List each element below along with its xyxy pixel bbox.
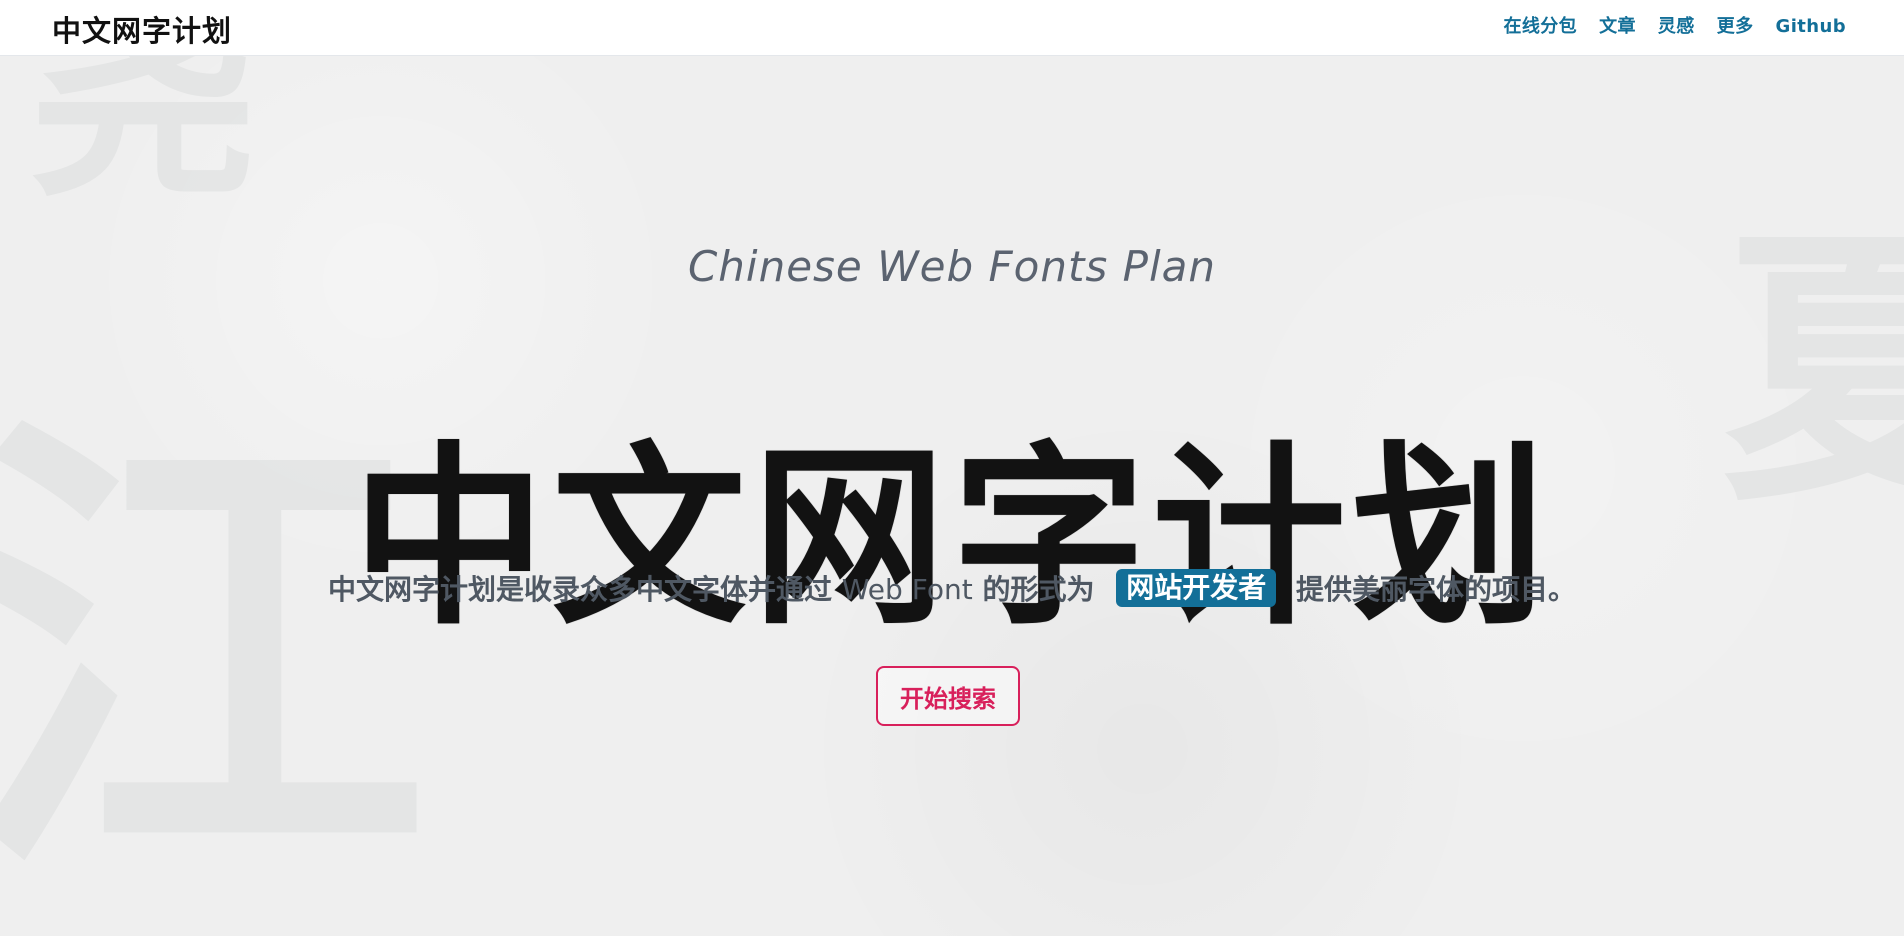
nav-articles[interactable]: 文章: [1599, 13, 1636, 41]
developer-highlight-badge: 网站开发者: [1116, 569, 1277, 607]
nav-inspiration[interactable]: 灵感: [1658, 13, 1695, 41]
nav-online-packaging[interactable]: 在线分包: [1503, 13, 1577, 41]
web-font-term: Web Font: [841, 573, 973, 606]
site-logo[interactable]: 中文网字计划: [52, 8, 232, 50]
description-text-purpose: 的形式为: [982, 573, 1095, 606]
description-text-intro: 中文网字计划是收录众多中文字体并通过: [328, 573, 833, 606]
top-navigation-bar: 中文网字计划 在线分包 文章 灵感 更多 Github: [0, 0, 1904, 56]
hero-description: 中文网字计划是收录众多中文字体并通过 Web Font 的形式为 网站开发者 提…: [0, 568, 1904, 612]
nav-more[interactable]: 更多: [1717, 13, 1754, 41]
start-search-button[interactable]: 开始搜索: [876, 666, 1020, 726]
home-page: 中文网字计划 在线分包 文章 灵感 更多 Github 尧 江 夏 Chines…: [0, 0, 1904, 936]
nav-github[interactable]: Github: [1776, 13, 1846, 41]
description-text-ending: 提供美丽字体的项目。: [1295, 573, 1576, 606]
main-navigation: 在线分包 文章 灵感 更多 Github: [1503, 13, 1846, 41]
hero-subtitle: Chinese Web Fonts Plan: [687, 242, 1217, 291]
